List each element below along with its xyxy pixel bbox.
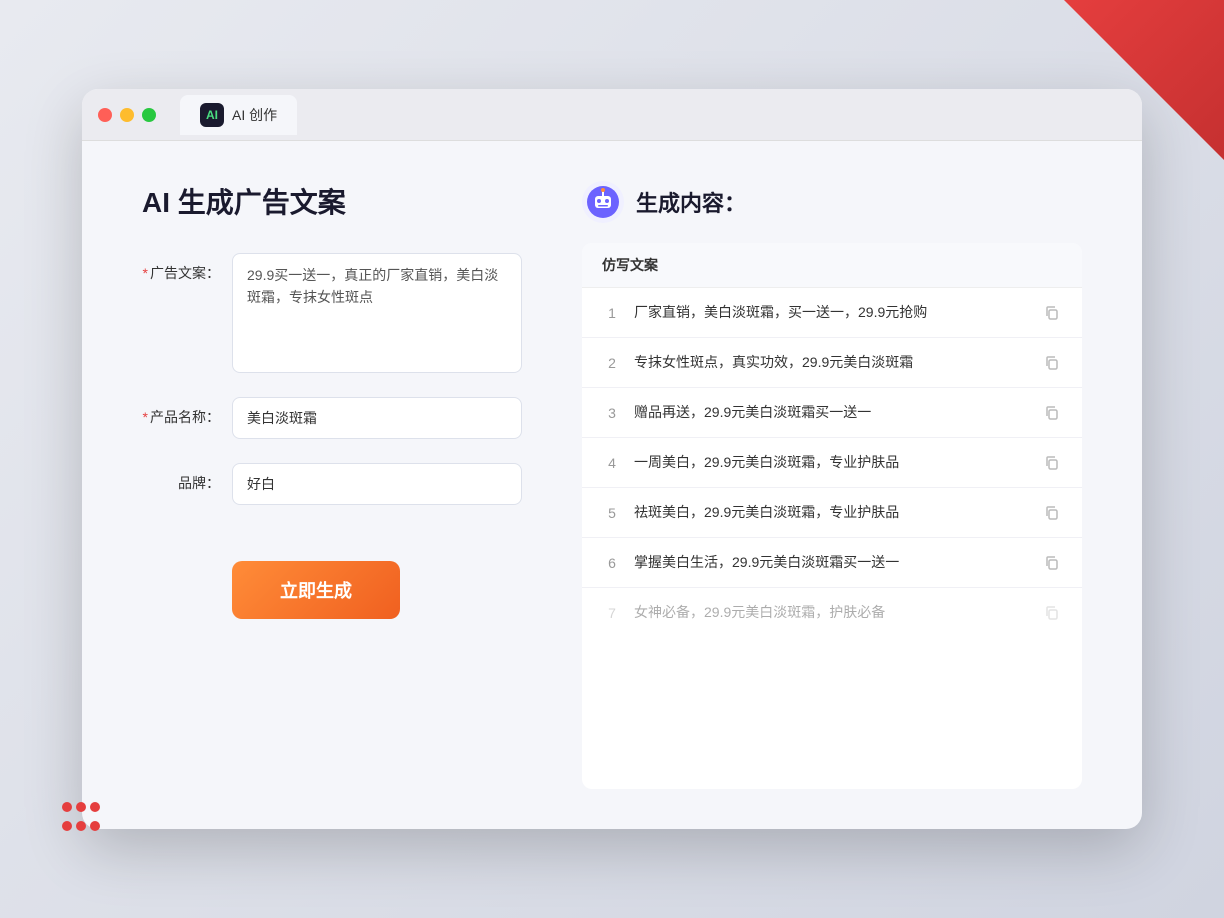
copy-icon-5[interactable] bbox=[1042, 503, 1062, 523]
browser-window: AI AI 创作 AI 生成广告文案 *广告文案： 29.9买一送一，真正的厂家… bbox=[82, 89, 1142, 829]
brand-input[interactable] bbox=[232, 463, 522, 505]
result-header: 生成内容： bbox=[582, 181, 1082, 223]
copy-icon-2[interactable] bbox=[1042, 353, 1062, 373]
row-number-2: 2 bbox=[602, 355, 622, 371]
product-name-group: *产品名称： bbox=[142, 397, 522, 439]
copy-icon-4[interactable] bbox=[1042, 453, 1062, 473]
minimize-button[interactable] bbox=[120, 108, 134, 122]
left-panel: AI 生成广告文案 *广告文案： 29.9买一送一，真正的厂家直销，美白淡斑霜，… bbox=[142, 181, 522, 789]
row-text-4: 一周美白，29.9元美白淡斑霜，专业护肤品 bbox=[634, 452, 1030, 473]
row-text-7: 女神必备，29.9元美白淡斑霜，护肤必备 bbox=[634, 602, 1030, 623]
result-row-6: 6 掌握美白生活，29.9元美白淡斑霜买一送一 bbox=[582, 538, 1082, 588]
close-button[interactable] bbox=[98, 108, 112, 122]
row-number-4: 4 bbox=[602, 455, 622, 471]
result-row-1: 1 厂家直销，美白淡斑霜，买一送一，29.9元抢购 bbox=[582, 288, 1082, 338]
required-star-ad: * bbox=[143, 265, 148, 281]
generate-button[interactable]: 立即生成 bbox=[232, 561, 400, 619]
ad-copy-group: *广告文案： 29.9买一送一，真正的厂家直销，美白淡斑霜，专抹女性斑点 bbox=[142, 253, 522, 373]
result-table: 仿写文案 1 厂家直销，美白淡斑霜，买一送一，29.9元抢购 2 专抹女性斑点，… bbox=[582, 243, 1082, 789]
product-name-label: *产品名称： bbox=[142, 397, 232, 427]
ai-tab-icon: AI bbox=[200, 103, 224, 127]
row-text-1: 厂家直销，美白淡斑霜，买一送一，29.9元抢购 bbox=[634, 302, 1030, 323]
row-text-5: 祛斑美白，29.9元美白淡斑霜，专业护肤品 bbox=[634, 502, 1030, 523]
robot-icon bbox=[582, 181, 624, 223]
copy-icon-1[interactable] bbox=[1042, 303, 1062, 323]
result-table-header: 仿写文案 bbox=[582, 243, 1082, 288]
result-row-4: 4 一周美白，29.9元美白淡斑霜，专业护肤品 bbox=[582, 438, 1082, 488]
result-title: 生成内容： bbox=[636, 186, 746, 218]
traffic-lights bbox=[98, 108, 156, 122]
result-row-5: 5 祛斑美白，29.9元美白淡斑霜，专业护肤品 bbox=[582, 488, 1082, 538]
ad-copy-label: *广告文案： bbox=[142, 253, 232, 283]
result-row-3: 3 赠品再送，29.9元美白淡斑霜买一送一 bbox=[582, 388, 1082, 438]
brand-group: 品牌： bbox=[142, 463, 522, 505]
result-row-2: 2 专抹女性斑点，真实功效，29.9元美白淡斑霜 bbox=[582, 338, 1082, 388]
tab-ai-creation[interactable]: AI AI 创作 bbox=[180, 95, 297, 135]
ad-copy-textarea[interactable]: 29.9买一送一，真正的厂家直销，美白淡斑霜，专抹女性斑点 bbox=[232, 253, 522, 373]
row-number-3: 3 bbox=[602, 405, 622, 421]
title-bar: AI AI 创作 bbox=[82, 89, 1142, 141]
row-text-3: 赠品再送，29.9元美白淡斑霜买一送一 bbox=[634, 402, 1030, 423]
required-star-product: * bbox=[143, 409, 148, 425]
row-number-1: 1 bbox=[602, 305, 622, 321]
row-number-7: 7 bbox=[602, 605, 622, 621]
row-text-2: 专抹女性斑点，真实功效，29.9元美白淡斑霜 bbox=[634, 352, 1030, 373]
content-area: AI 生成广告文案 *广告文案： 29.9买一送一，真正的厂家直销，美白淡斑霜，… bbox=[82, 141, 1142, 829]
page-title: AI 生成广告文案 bbox=[142, 181, 522, 221]
copy-icon-6[interactable] bbox=[1042, 553, 1062, 573]
brand-label: 品牌： bbox=[142, 463, 232, 493]
row-number-6: 6 bbox=[602, 555, 622, 571]
copy-icon-3[interactable] bbox=[1042, 403, 1062, 423]
product-name-input[interactable] bbox=[232, 397, 522, 439]
result-row-7: 7 女神必备，29.9元美白淡斑霜，护肤必备 bbox=[582, 588, 1082, 637]
row-text-6: 掌握美白生活，29.9元美白淡斑霜买一送一 bbox=[634, 552, 1030, 573]
row-number-5: 5 bbox=[602, 505, 622, 521]
copy-icon-7[interactable] bbox=[1042, 603, 1062, 623]
tab-label: AI 创作 bbox=[232, 105, 277, 125]
maximize-button[interactable] bbox=[142, 108, 156, 122]
dot-decoration bbox=[60, 800, 102, 838]
right-panel: 生成内容： 仿写文案 1 厂家直销，美白淡斑霜，买一送一，29.9元抢购 bbox=[582, 181, 1082, 789]
